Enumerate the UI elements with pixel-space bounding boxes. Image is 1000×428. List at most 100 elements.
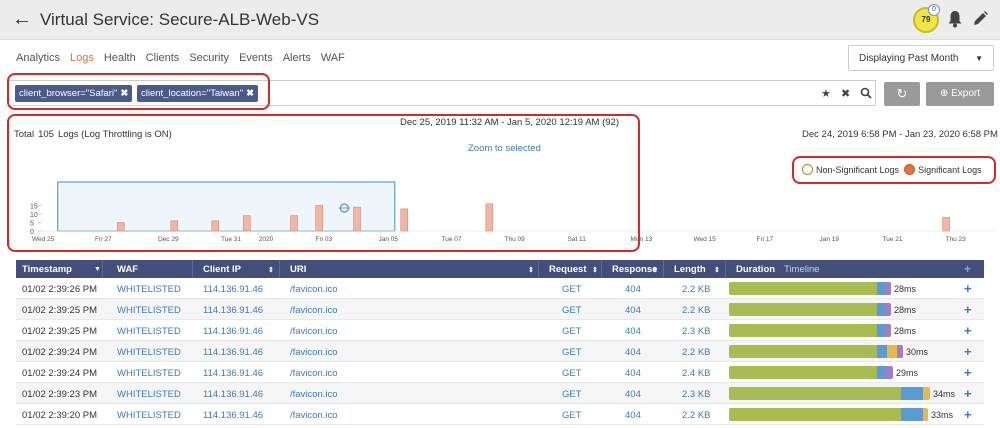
remove-chip-icon[interactable]: ✖ [246,88,254,99]
table-row[interactable]: 01/02 2:39:26 PM WHITELISTED 114.136.91.46… [16,278,984,299]
client-ip-cell[interactable]: 114.136.91.46 [203,410,263,421]
column-header-uri[interactable]: URI [290,264,306,275]
request-cell[interactable]: GET [562,326,582,337]
waf-cell[interactable]: WHITELISTED [117,284,181,295]
duration-bar[interactable] [729,387,930,400]
zoom-to-selected-link[interactable]: Zoom to selected [468,143,541,154]
length-cell[interactable]: 2.3 KB [682,389,711,400]
expand-row-icon[interactable]: + [964,281,972,296]
uri-cell[interactable]: /favicon.ico [290,326,338,337]
request-cell[interactable]: GET [562,284,582,295]
client-ip-cell[interactable]: 114.136.91.46 [203,347,263,358]
waf-cell[interactable]: WHITELISTED [117,389,181,400]
tab-events[interactable]: Events [239,52,273,66]
refresh-button[interactable]: ↻ [884,82,920,106]
response-cell[interactable]: 404 [625,368,641,379]
response-cell[interactable]: 404 [625,347,641,358]
expand-row-icon[interactable]: + [964,302,972,317]
uri-cell[interactable]: /favicon.ico [290,305,338,316]
uri-cell[interactable]: /favicon.ico [290,284,338,295]
waf-cell[interactable]: WHITELISTED [117,326,181,337]
length-cell[interactable]: 2.4 KB [682,368,711,379]
search-icon[interactable] [860,87,872,99]
export-button[interactable]: ⊕ Export [926,82,994,106]
duration-bar[interactable] [729,366,893,379]
add-column-icon[interactable]: + [964,262,971,276]
sort-icon[interactable]: ⇕ [528,266,534,274]
filter-chip-location[interactable]: client_location="Taiwan" ✖ [137,85,259,102]
sort-icon[interactable]: ⇕ [592,266,598,274]
sort-icon[interactable]: ⇕ [268,266,274,274]
uri-cell[interactable]: /favicon.ico [290,389,338,400]
client-ip-cell[interactable]: 114.136.91.46 [203,389,263,400]
duration-bar[interactable] [729,303,891,316]
column-header-client-ip[interactable]: Client IP [203,264,241,275]
bell-icon[interactable] [947,10,963,28]
duration-bar[interactable] [729,282,891,295]
edit-pencil-icon[interactable] [972,10,988,28]
star-icon[interactable]: ★ [821,87,831,100]
legend-non-significant[interactable]: Non-Significant Logs [816,165,899,175]
tab-alerts[interactable]: Alerts [283,52,311,66]
period-dropdown[interactable]: Displaying Past Month ▼ [848,45,994,71]
response-cell[interactable]: 404 [625,389,641,400]
column-header-timeline[interactable]: Timeline [784,264,820,275]
sort-down-icon[interactable]: ▼ [94,266,101,273]
column-header-duration[interactable]: Duration [736,264,775,275]
expand-row-icon[interactable]: + [964,323,972,338]
sort-icon[interactable]: ⇕ [652,266,658,274]
back-arrow-icon[interactable]: ← [12,8,32,31]
uri-cell[interactable]: /favicon.ico [290,347,338,358]
client-ip-cell[interactable]: 114.136.91.46 [203,284,263,295]
column-header-timestamp[interactable]: Timestamp [22,264,72,275]
column-header-waf[interactable]: WAF [117,264,138,275]
tab-logs[interactable]: Logs [70,52,94,66]
table-row[interactable]: 01/02 2:39:20 PM WHITELISTED 114.136.91.46… [16,404,984,425]
uri-cell[interactable]: /favicon.ico [290,410,338,421]
request-cell[interactable]: GET [562,347,582,358]
clear-icon[interactable]: ✖ [841,87,850,100]
tab-analytics[interactable]: Analytics [16,52,60,66]
response-cell[interactable]: 404 [625,305,641,316]
column-header-length[interactable]: Length [674,264,706,275]
length-cell[interactable]: 2.2 KB [682,410,711,421]
remove-chip-icon[interactable]: ✖ [120,88,128,99]
expand-row-icon[interactable]: + [964,344,972,359]
length-cell[interactable]: 2.3 KB [682,326,711,337]
duration-bar[interactable] [729,345,903,358]
tab-health[interactable]: Health [104,52,136,66]
request-cell[interactable]: GET [562,389,582,400]
table-row[interactable]: 01/02 2:39:24 PM WHITELISTED 114.136.91.46… [16,362,984,383]
request-cell[interactable]: GET [562,410,582,421]
table-row[interactable]: 01/02 2:39:24 PM WHITELISTED 114.136.91.46… [16,341,984,362]
tab-security[interactable]: Security [189,52,229,66]
length-cell[interactable]: 2.2 KB [682,347,711,358]
request-cell[interactable]: GET [562,368,582,379]
column-header-request[interactable]: Request [549,264,586,275]
log-timeline-chart[interactable]: 1510 50Wed 25 Fri 27 Dec 29 Tue 31 2020 Fri 03… [0,178,1000,248]
significant-dot-icon[interactable] [904,164,916,175]
tab-clients[interactable]: Clients [146,52,180,66]
tab-waf[interactable]: WAF [321,52,345,66]
table-row[interactable]: 01/02 2:39:23 PM WHITELISTED 114.136.91.46… [16,383,984,404]
request-cell[interactable]: GET [562,305,582,316]
response-cell[interactable]: 404 [625,284,641,295]
response-cell[interactable]: 404 [625,410,641,421]
client-ip-cell[interactable]: 114.136.91.46 [203,368,263,379]
response-cell[interactable]: 404 [625,326,641,337]
expand-row-icon[interactable]: + [964,386,972,401]
length-cell[interactable]: 2.2 KB [682,284,711,295]
non-significant-dot-icon[interactable] [802,164,813,175]
log-search-bar[interactable]: client_browser="Safari" ✖ client_location… [8,80,876,106]
column-header-response[interactable]: Response [612,264,657,275]
expand-row-icon[interactable]: + [964,407,972,422]
expand-row-icon[interactable]: + [964,365,972,380]
waf-cell[interactable]: WHITELISTED [117,305,181,316]
table-row[interactable]: 01/02 2:39:25 PM WHITELISTED 114.136.91.46… [16,320,984,341]
filter-chip-browser[interactable]: client_browser="Safari" ✖ [15,85,133,102]
waf-cell[interactable]: WHITELISTED [117,347,181,358]
client-ip-cell[interactable]: 114.136.91.46 [203,305,263,316]
table-row[interactable]: 01/02 2:39:25 PM WHITELISTED 114.136.91.46… [16,299,984,320]
uri-cell[interactable]: /favicon.ico [290,368,338,379]
duration-bar[interactable] [729,324,891,337]
